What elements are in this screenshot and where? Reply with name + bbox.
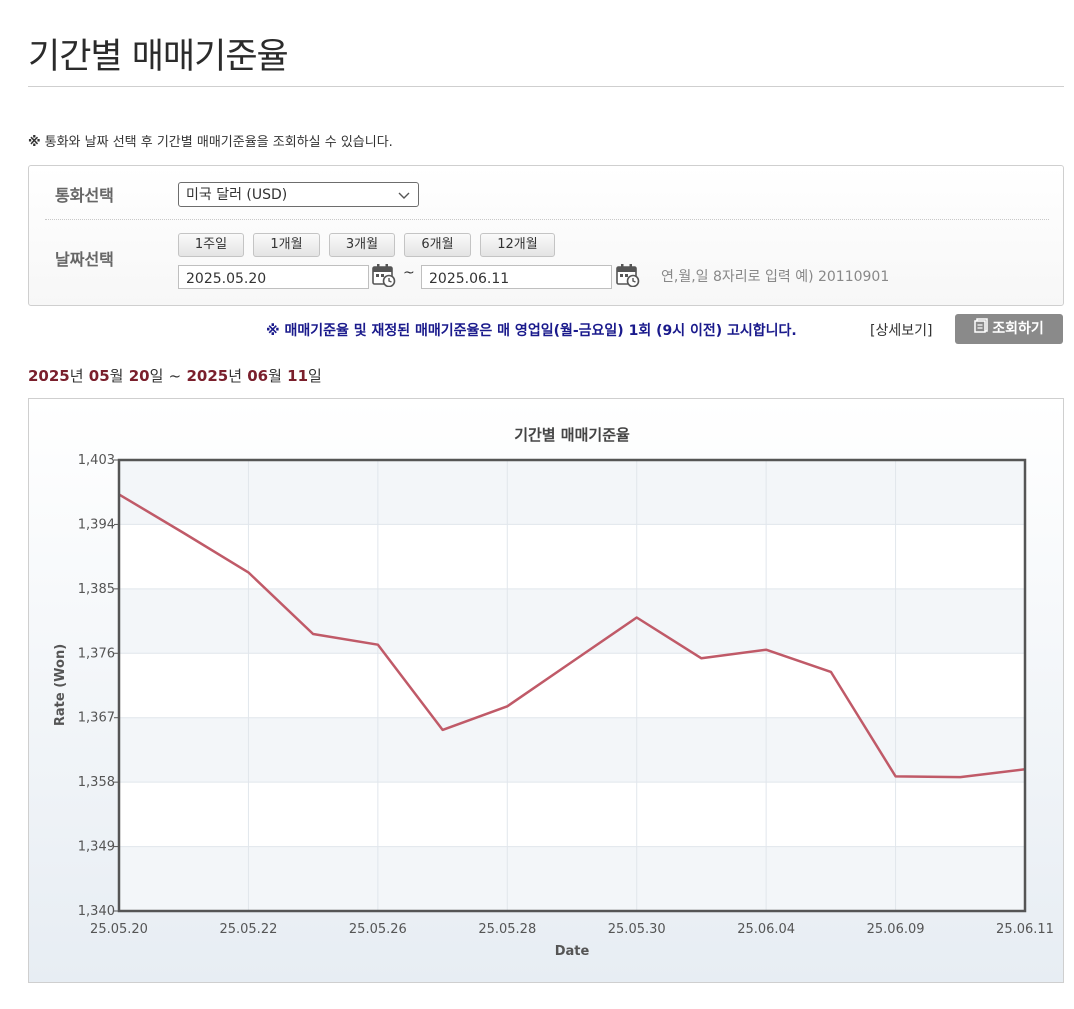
publication-notice: ※ 매매기준율 및 재정된 매매기준율은 매 영업일(월-금요일) 1회 (9시…	[266, 323, 797, 339]
x-tick-label: 25.05.30	[608, 922, 666, 937]
x-tick-label: 25.06.09	[867, 922, 925, 937]
plot-band	[119, 782, 1025, 847]
date-label: 날짜선택	[55, 250, 114, 269]
plot-band	[119, 846, 1025, 911]
month-unit: 월	[109, 367, 124, 385]
x-tick-label: 25.06.11	[996, 922, 1054, 937]
currency-select-value: 미국 달러 (USD)	[186, 187, 288, 203]
end-date-input[interactable]: 2025.06.11	[421, 265, 612, 289]
notice-mark: ※	[28, 135, 41, 150]
detail-link[interactable]: [상세보기]	[870, 320, 932, 340]
period-3month-button[interactable]: 3개월	[329, 233, 395, 257]
y-tick-label: 1,403	[78, 453, 115, 468]
calendar-icon[interactable]	[616, 263, 640, 288]
plot-band	[119, 460, 1025, 525]
y-tick-label: 1,376	[78, 646, 115, 661]
y-axis-label: Rate (Won)	[53, 644, 68, 726]
x-tick-label: 25.05.26	[349, 922, 407, 937]
range-end-day: 11	[287, 367, 309, 385]
currency-label: 통화선택	[55, 186, 114, 205]
year-unit: 년	[69, 367, 84, 385]
year-unit: 년	[228, 367, 243, 385]
title-divider	[28, 86, 1064, 87]
date-separator: ~	[403, 265, 415, 281]
chart-svg: 기간별 매매기준율 1,340 1,349 1,358 1,367 1,376 1,385…	[53, 426, 1054, 959]
x-tick-label: 25.05.28	[478, 922, 536, 937]
period-12month-button[interactable]: 12개월	[480, 233, 555, 257]
rate-chart: 기간별 매매기준율 1,340 1,349 1,358 1,367 1,376 1,385…	[28, 398, 1064, 983]
document-icon	[974, 314, 988, 344]
selected-range: 2025년 05월 20일 ~ 2025년 06월 11일	[28, 365, 322, 386]
y-tick-label: 1,358	[78, 775, 115, 790]
search-button[interactable]: 조회하기	[955, 314, 1063, 344]
y-tick-label: 1,349	[78, 840, 115, 855]
chevron-down-icon	[398, 183, 410, 217]
currency-select[interactable]: 미국 달러 (USD)	[178, 182, 419, 207]
notice: ※ 통화와 날짜 선택 후 기간별 매매기준율을 조회하실 수 있습니다.	[28, 131, 393, 150]
chart-title: 기간별 매매기준율	[514, 426, 630, 444]
row-divider	[45, 219, 1049, 220]
range-start-day: 20	[128, 367, 150, 385]
day-unit: 일	[149, 367, 164, 385]
range-start-month: 05	[88, 367, 110, 385]
calendar-icon[interactable]	[372, 263, 396, 288]
range-end-month: 06	[247, 367, 269, 385]
search-button-label: 조회하기	[992, 321, 1044, 337]
y-tick-label: 1,367	[78, 711, 115, 726]
range-separator: ~	[168, 367, 182, 385]
period-1week-button[interactable]: 1주일	[178, 233, 244, 257]
x-tick-label: 25.05.22	[219, 922, 277, 937]
start-date-input[interactable]: 2025.05.20	[178, 265, 369, 289]
period-1month-button[interactable]: 1개월	[253, 233, 320, 257]
x-axis-label: Date	[555, 944, 590, 959]
date-format-hint: 연,월,일 8자리로 입력 예) 20110901	[661, 269, 890, 285]
period-6month-button[interactable]: 6개월	[404, 233, 471, 257]
x-tick-label: 25.05.20	[90, 922, 148, 937]
notice-text: 통화와 날짜 선택 후 기간별 매매기준율을 조회하실 수 있습니다.	[44, 135, 393, 150]
y-tick-label: 1,340	[78, 904, 115, 919]
plot-band	[119, 588, 1025, 654]
search-panel: 통화선택 미국 달러 (USD) 날짜선택 1주일 1개월 3개월 6개월 12…	[28, 165, 1064, 306]
page-title: 기간별 매매기준율	[28, 37, 289, 77]
y-tick-label: 1,394	[78, 517, 115, 532]
day-unit: 일	[308, 367, 322, 385]
range-end-year: 2025	[186, 367, 229, 385]
y-tick-label: 1,385	[78, 582, 115, 597]
month-unit: 월	[268, 367, 282, 385]
plot-band	[119, 717, 1025, 783]
x-tick-label: 25.06.04	[737, 922, 795, 937]
range-start-year: 2025	[28, 367, 70, 385]
